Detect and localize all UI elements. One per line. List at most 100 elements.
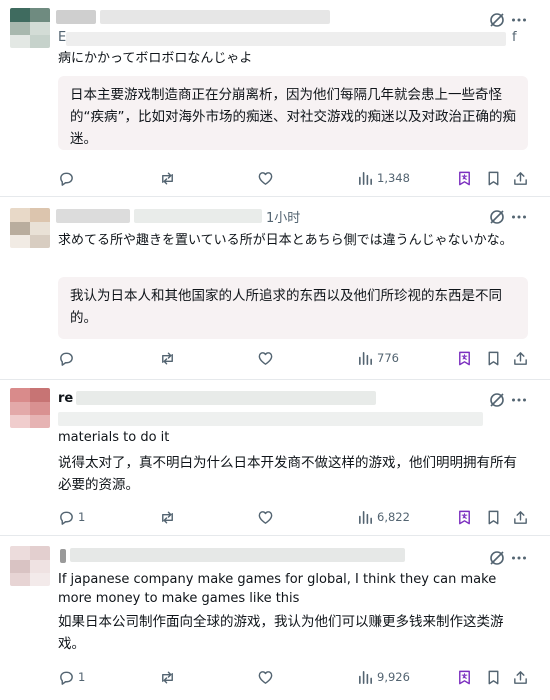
author-handle-redacted[interactable] (70, 548, 405, 562)
repost-button[interactable] (159, 667, 179, 687)
bookmark-button[interactable] (485, 168, 502, 188)
share-upload-icon (514, 171, 527, 185)
like-button[interactable] (257, 168, 277, 188)
like-button[interactable] (257, 507, 277, 527)
bookmark-icon (488, 510, 499, 524)
view-count: 1,348 (377, 171, 410, 185)
author-name-redacted[interactable] (60, 549, 66, 563)
heart-icon (258, 670, 273, 684)
post-actions: 1 9,926 (0, 667, 550, 687)
bookmark-icon (488, 670, 499, 684)
view-count: 9,926 (377, 670, 410, 684)
translate-bookmark-icon (459, 510, 470, 524)
heart-icon (258, 510, 273, 524)
translate-bookmark-icon (459, 351, 470, 365)
share-upload-icon (514, 510, 527, 524)
more-dots-icon[interactable] (510, 208, 528, 226)
post-1[interactable]: E f 病にかかってボロボロなんじゃよ 日本主要游戏制造商正在分崩离析，因为他们… (0, 0, 550, 197)
bookmark-button[interactable] (485, 667, 502, 687)
post-translation: 说得太对了，真不明白为什么日本开发商不做这样的游戏，他们明明拥有所有必要的资源。 (58, 455, 517, 493)
reply-count: 1 (78, 510, 86, 524)
author-name-redacted[interactable] (56, 209, 130, 223)
like-button[interactable] (257, 667, 277, 687)
translate-bookmark-icon (459, 670, 470, 684)
translate-bookmark-button[interactable] (456, 507, 473, 527)
repost-arrows-icon (162, 172, 173, 184)
post-time[interactable]: 1小时 (266, 207, 300, 226)
views-button[interactable]: 6,822 (357, 507, 410, 527)
share-button[interactable] (512, 507, 529, 527)
view-count: 6,822 (377, 510, 410, 524)
post-actions: 776 (0, 348, 550, 368)
reply-bubble-icon (60, 172, 73, 186)
view-count: 776 (377, 351, 399, 365)
bookmark-icon (488, 171, 499, 185)
reply-bubble-icon (60, 671, 73, 685)
repost-button[interactable] (159, 348, 179, 368)
bar-chart-icon (359, 510, 372, 524)
author-handle-redacted[interactable] (134, 209, 262, 223)
more-dots-icon[interactable] (510, 549, 528, 567)
author-handle-redacted[interactable] (76, 391, 376, 405)
post-translation: 如果日本公司制作面向全球的游戏，我认为他们可以赚更多钱来制作这类游戏。 (58, 614, 504, 652)
reply-bubble-icon (60, 511, 73, 525)
post-translation: 日本主要游戏制造商正在分崩离析，因为他们每隔几年就会患上一些奇怪的“疾病”，比如… (58, 76, 528, 150)
repost-arrows-icon (162, 671, 173, 683)
grok-slash-circle-icon[interactable] (488, 11, 506, 29)
reply-count: 1 (78, 670, 86, 684)
translate-bookmark-icon (459, 171, 470, 185)
reply-button[interactable]: 1 (58, 667, 85, 687)
repost-button[interactable] (159, 507, 179, 527)
post-2[interactable]: 1小时 求めてる所や趣きを置いている所が日本とあちら側では違うんじゃないかな。 … (0, 197, 550, 380)
avatar[interactable] (10, 388, 50, 428)
post-actions: 1 6,822 (0, 507, 550, 527)
more-dots-icon[interactable] (510, 391, 528, 409)
avatar[interactable] (10, 8, 50, 48)
bookmark-button[interactable] (485, 507, 502, 527)
repost-arrows-icon (162, 511, 173, 523)
heart-icon (258, 351, 273, 365)
author-name[interactable]: re (58, 391, 73, 406)
post-4[interactable]: If japanese company make games for globa… (0, 536, 550, 700)
repost-button[interactable] (159, 168, 179, 188)
post-original-text: 病にかかってボロボロなんじゃよ (58, 51, 253, 66)
grok-slash-circle-icon[interactable] (488, 549, 506, 567)
share-button[interactable] (512, 348, 529, 368)
share-upload-icon (514, 670, 527, 684)
bar-chart-icon (359, 171, 372, 185)
heart-icon (258, 171, 273, 185)
repost-arrows-icon (162, 352, 173, 364)
translate-bookmark-button[interactable] (456, 168, 473, 188)
text-redacted (66, 32, 506, 46)
reply-button[interactable] (58, 168, 78, 188)
bookmark-icon (488, 351, 499, 365)
post-original-text: If japanese company make games for globa… (58, 572, 501, 606)
bookmark-button[interactable] (485, 348, 502, 368)
avatar[interactable] (10, 546, 50, 586)
reply-button[interactable] (58, 348, 78, 368)
text-fragment-right: f (512, 30, 517, 45)
views-button[interactable]: 9,926 (357, 667, 410, 687)
avatar[interactable] (10, 208, 50, 248)
post-original-text: materials to do it (58, 430, 170, 445)
share-button[interactable] (512, 667, 529, 687)
translate-bookmark-button[interactable] (456, 667, 473, 687)
grok-slash-circle-icon[interactable] (488, 208, 506, 226)
author-handle-redacted[interactable] (100, 10, 330, 24)
share-upload-icon (514, 351, 527, 365)
bar-chart-icon (359, 670, 372, 684)
post-3[interactable]: re materials to do it 说得太对了，真不明白为什么日本开发商… (0, 380, 550, 536)
post-original-text: 求めてる所や趣きを置いている所が日本とあちら側では違うんじゃないかな。 (58, 233, 513, 248)
like-button[interactable] (257, 348, 277, 368)
author-name-redacted[interactable] (56, 10, 96, 24)
reply-button[interactable]: 1 (58, 507, 85, 527)
grok-slash-circle-icon[interactable] (488, 391, 506, 409)
post-actions: 1,348 (0, 168, 550, 188)
more-dots-icon[interactable] (510, 11, 528, 29)
bar-chart-icon (359, 351, 372, 365)
share-button[interactable] (512, 168, 529, 188)
views-button[interactable]: 1,348 (357, 168, 410, 188)
post-translation: 我认为日本人和其他国家的人所追求的东西以及他们所珍视的东西是不同的。 (58, 277, 528, 339)
views-button[interactable]: 776 (357, 348, 399, 368)
translate-bookmark-button[interactable] (456, 348, 473, 368)
